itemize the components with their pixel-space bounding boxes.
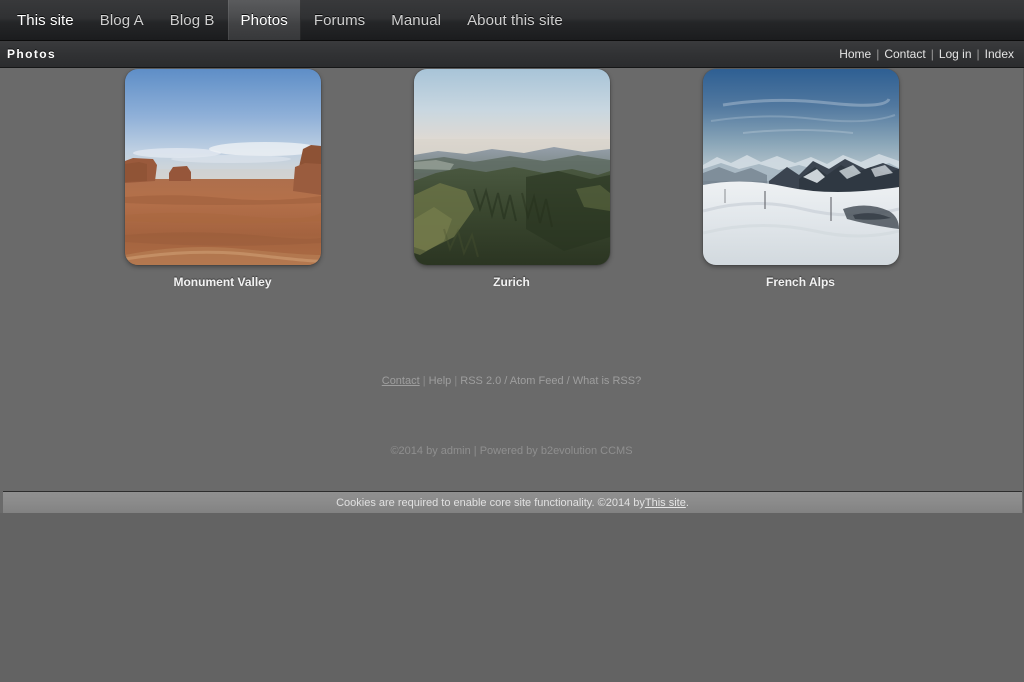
- link-separator: |: [927, 47, 938, 61]
- cookie-notice-text: Cookies are required to enable core site…: [336, 497, 645, 509]
- link-separator: |: [872, 47, 883, 61]
- link-separator: |: [973, 47, 984, 61]
- photo-caption[interactable]: French Alps: [703, 275, 899, 289]
- link-index[interactable]: Index: [984, 47, 1015, 61]
- cookie-notice-link[interactable]: This site: [645, 497, 686, 509]
- nav-tab-forums[interactable]: Forums: [301, 0, 378, 40]
- photo-caption[interactable]: Monument Valley: [125, 275, 321, 289]
- footer-separator: |: [420, 375, 429, 387]
- nav-tab-manual[interactable]: Manual: [378, 0, 454, 40]
- footer-link-feeds[interactable]: RSS 2.0 / Atom Feed / What is RSS?: [460, 375, 641, 387]
- link-home[interactable]: Home: [838, 47, 872, 61]
- photo-item: French Alps: [703, 69, 899, 289]
- page-title-bar: Photos Home | Contact | Log in | Index: [0, 41, 1024, 68]
- footer-credit: ©2014 by admin | Powered by b2evolution …: [0, 445, 1023, 457]
- main-content-area: Monument Valley: [0, 68, 1024, 513]
- monument-valley-image: [125, 69, 321, 265]
- french-alps-image: [703, 69, 899, 265]
- utility-links: Home | Contact | Log in | Index: [838, 47, 1015, 61]
- nav-tab-photos[interactable]: Photos: [228, 0, 301, 40]
- cookie-notice-bar: Cookies are required to enable core site…: [3, 491, 1022, 513]
- nav-tab-label: Blog B: [170, 12, 215, 29]
- nav-tab-about-this-site[interactable]: About this site: [454, 0, 576, 40]
- nav-tab-label: Manual: [391, 12, 441, 29]
- photo-thumbnail-monument-valley[interactable]: [125, 69, 321, 265]
- nav-tab-label: Forums: [314, 12, 365, 29]
- nav-tab-this-site[interactable]: This site: [4, 0, 87, 40]
- nav-tab-blog-b[interactable]: Blog B: [157, 0, 228, 40]
- nav-tab-label: About this site: [467, 12, 563, 29]
- link-contact[interactable]: Contact: [883, 47, 926, 61]
- photo-thumbnail-french-alps[interactable]: [703, 69, 899, 265]
- photo-item: Monument Valley: [125, 69, 321, 289]
- nav-tab-label: This site: [17, 12, 74, 29]
- footer-link-contact[interactable]: Contact: [382, 375, 420, 387]
- zurich-image: [414, 69, 610, 265]
- nav-tab-label: Blog A: [100, 12, 144, 29]
- nav-tab-label: Photos: [241, 12, 288, 29]
- cookie-notice-text-suffix: .: [686, 497, 689, 509]
- photo-thumbnail-zurich[interactable]: [414, 69, 610, 265]
- photo-gallery: Monument Valley: [0, 68, 1023, 289]
- footer-link-help[interactable]: Help: [429, 375, 452, 387]
- link-log-in[interactable]: Log in: [938, 47, 973, 61]
- below-fold-background: [0, 513, 1024, 682]
- top-navigation-bar: This site Blog A Blog B Photos Forums Ma…: [0, 0, 1024, 41]
- nav-tab-blog-a[interactable]: Blog A: [87, 0, 157, 40]
- footer-links: Contact | Help | RSS 2.0 / Atom Feed / W…: [0, 375, 1023, 387]
- photo-item: Zurich: [414, 69, 610, 289]
- photo-caption[interactable]: Zurich: [414, 275, 610, 289]
- page-title: Photos: [7, 47, 56, 61]
- footer-separator: |: [451, 375, 460, 387]
